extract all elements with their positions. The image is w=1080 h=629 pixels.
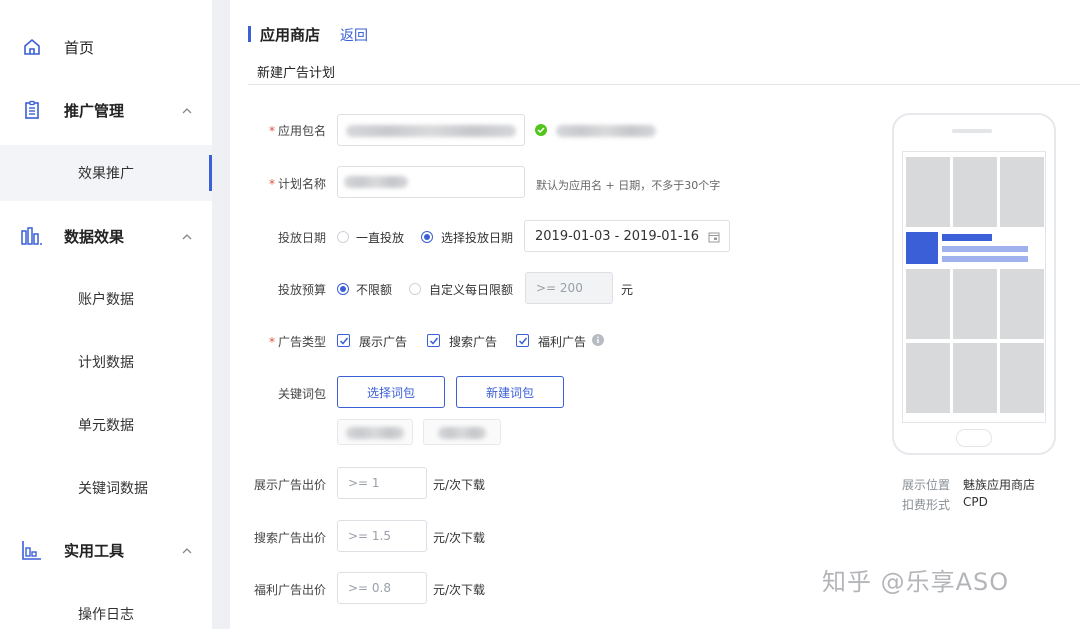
phone-preview <box>892 113 1056 455</box>
plan-name-hint: 默认为应用名 + 日期，不多于30个字 <box>536 179 721 192</box>
ruler-icon <box>20 538 44 562</box>
radio-always[interactable] <box>337 231 349 243</box>
phone-speaker <box>952 129 992 133</box>
ad-title-line <box>942 234 992 241</box>
sidebar-item-home[interactable]: 首页 <box>0 27 212 67</box>
checkbox-welfare-ad-label: 福利广告 <box>538 335 587 349</box>
sidebar-item-label: 单元数据 <box>78 418 134 434</box>
date-label: 投放日期 <box>277 231 326 245</box>
back-link[interactable]: 返回 <box>340 25 368 45</box>
sidebar-item-plan-data[interactable]: 计划数据 <box>0 334 212 390</box>
keyword-chip[interactable] <box>423 419 501 445</box>
redacted-text <box>438 427 486 439</box>
calendar-icon <box>708 232 720 243</box>
radio-unlimited[interactable] <box>337 283 349 295</box>
search-bid-unit: 元/次下载 <box>433 531 486 545</box>
checkbox-display-ad-label: 展示广告 <box>359 335 408 349</box>
sidebar-group-data[interactable]: 数据效果 <box>0 216 212 256</box>
date-range-value: 2019-01-03 - 2019-01-16 <box>535 228 700 244</box>
header-divider <box>248 84 1080 85</box>
sidebar-group-tools[interactable]: 实用工具 <box>0 530 212 570</box>
title-accent-bar <box>248 26 251 42</box>
budget-input[interactable]: >= 200 <box>525 272 613 304</box>
radio-custom-budget-label: 自定义每日限额 <box>429 283 514 297</box>
page-title: 应用商店 <box>260 26 321 44</box>
chevron-up-icon <box>180 103 194 117</box>
sidebar-item-unit-data[interactable]: 单元数据 <box>0 397 212 453</box>
ad-text-line <box>942 256 1028 262</box>
radio-select-date[interactable] <box>421 231 433 243</box>
sidebar-item-effect-promotion[interactable]: 效果推广 <box>0 145 212 201</box>
keyword-chip[interactable] <box>337 419 413 445</box>
sidebar-item-label: 账户数据 <box>78 292 134 308</box>
sidebar-item-label: 首页 <box>64 38 95 57</box>
app-package-label: * 应用包名 <box>268 124 326 138</box>
page-subtitle: 新建广告计划 <box>257 66 336 81</box>
display-bid-input[interactable]: >= 1 <box>337 467 427 499</box>
radio-always-label: 一直投放 <box>356 231 405 245</box>
phone-home-button <box>956 429 992 447</box>
sidebar-divider <box>212 0 230 629</box>
display-bid-unit: 元/次下载 <box>433 478 486 492</box>
info-icon[interactable] <box>592 334 604 346</box>
chevron-up-icon <box>180 543 194 557</box>
sidebar-item-label: 计划数据 <box>78 355 134 371</box>
plan-name-label: * 计划名称 <box>268 177 326 191</box>
checkbox-display-ad[interactable] <box>337 334 350 347</box>
chevron-up-icon <box>180 229 194 243</box>
billing-value: CPD <box>963 495 988 509</box>
sidebar-item-label: 操作日志 <box>78 607 134 623</box>
display-bid-label: 展示广告出价 <box>253 478 326 492</box>
date-range-input[interactable]: 2019-01-03 - 2019-01-16 <box>524 220 730 252</box>
welfare-bid-label: 福利广告出价 <box>253 583 326 597</box>
redacted-app-name <box>556 125 656 137</box>
check-circle-icon <box>535 124 547 136</box>
position-key: 展示位置 <box>902 478 951 492</box>
billing-key: 扣费形式 <box>902 498 951 512</box>
clipboard-icon <box>20 98 44 122</box>
bar-chart-icon <box>20 224 44 248</box>
sidebar-group-label: 实用工具 <box>64 541 125 560</box>
sidebar-item-keyword-data[interactable]: 关键词数据 <box>0 460 212 516</box>
keyword-package-label: 关键词包 <box>277 387 326 401</box>
plan-name-input[interactable] <box>337 166 525 198</box>
redacted-text <box>346 427 404 439</box>
budget-label: 投放预算 <box>277 283 326 297</box>
new-keyword-button[interactable]: 新建词包 <box>456 376 564 408</box>
sidebar-item-label: 关键词数据 <box>78 481 148 497</box>
checkbox-welfare-ad[interactable] <box>516 334 529 347</box>
checkbox-search-ad-label: 搜索广告 <box>449 335 498 349</box>
main-content: 应用商店 返回 新建广告计划 * 应用包名 * 计划名称 默认为应用名 + 日期，不… <box>230 0 1080 629</box>
search-bid-label: 搜索广告出价 <box>253 531 326 545</box>
budget-unit: 元 <box>621 283 634 297</box>
position-value: 魅族应用商店 <box>963 478 1036 492</box>
home-icon <box>20 35 44 59</box>
redacted-text <box>344 176 408 188</box>
sidebar-group-label: 推广管理 <box>64 101 125 120</box>
app-package-input[interactable] <box>337 114 525 146</box>
select-keyword-button[interactable]: 选择词包 <box>337 376 445 408</box>
checkbox-search-ad[interactable] <box>427 334 440 347</box>
radio-custom-budget[interactable] <box>409 283 421 295</box>
watermark: 知乎 @乐享ASO <box>822 568 1010 596</box>
welfare-bid-unit: 元/次下载 <box>433 583 486 597</box>
welfare-bid-input[interactable]: >= 0.8 <box>337 572 427 604</box>
ad-text-line <box>942 246 1028 252</box>
sidebar-group-label: 数据效果 <box>64 227 125 246</box>
sidebar: 首页 推广管理 效果推广 数据效果 账户数据 计划数据 单元数据 关键词数据 实… <box>0 0 212 629</box>
radio-unlimited-label: 不限额 <box>356 283 393 297</box>
phone-screen <box>902 151 1046 423</box>
search-bid-input[interactable]: >= 1.5 <box>337 520 427 552</box>
sidebar-group-promotion[interactable]: 推广管理 <box>0 90 212 130</box>
ad-app-icon <box>906 232 938 264</box>
sidebar-item-account-data[interactable]: 账户数据 <box>0 271 212 327</box>
sidebar-item-label: 效果推广 <box>78 166 134 182</box>
redacted-text <box>346 125 516 137</box>
sidebar-item-operation-log[interactable]: 操作日志 <box>0 586 212 629</box>
ad-type-label: * 广告类型 <box>268 335 326 349</box>
radio-select-date-label: 选择投放日期 <box>441 231 514 245</box>
